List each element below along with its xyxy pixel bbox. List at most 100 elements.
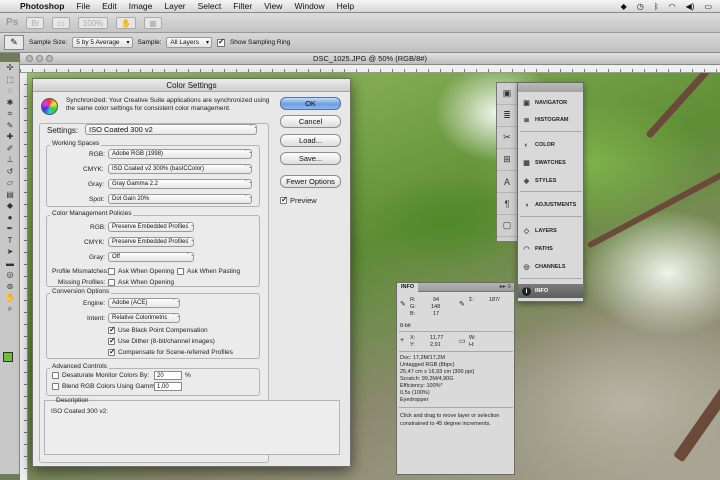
zoom-tool-icon[interactable]: ⌕ — [0, 304, 20, 316]
healing-tool-icon[interactable]: ✚ — [0, 131, 20, 143]
menu-select[interactable]: Select — [198, 1, 222, 11]
pen-tool-icon[interactable]: ✒ — [0, 223, 20, 235]
shape-tool-icon[interactable]: ▬ — [0, 258, 20, 270]
hand-tool-icon[interactable]: ✋ — [116, 16, 137, 29]
character-icon[interactable]: A — [497, 171, 517, 193]
zoom-level[interactable]: 100% — [77, 16, 109, 29]
info-tab[interactable]: INFO — [397, 283, 419, 292]
gradient-tool-icon[interactable]: ▤ — [0, 189, 20, 201]
brush-tool-icon[interactable]: ✐ — [0, 143, 20, 155]
cancel-button[interactable]: Cancel — [280, 115, 341, 128]
panel-info[interactable]: i INFO — [518, 284, 584, 298]
clone-source-icon[interactable]: ⊞ — [497, 149, 517, 171]
panel-color[interactable]: ◐ COLOR — [518, 138, 584, 152]
battery-icon[interactable]: ▭ — [704, 2, 712, 11]
save-button[interactable]: Save... — [280, 152, 341, 165]
3d-orbit-tool-icon[interactable]: ⊛ — [0, 281, 20, 293]
mismatch-ask-pasting-checkbox[interactable] — [177, 268, 184, 275]
blur-tool-icon[interactable]: ◆ — [0, 200, 20, 212]
paragraph-icon[interactable]: ¶ — [497, 193, 517, 215]
type-tool-icon[interactable]: T — [0, 235, 20, 247]
arrange-icon[interactable]: ▦ — [144, 16, 162, 29]
minibridge-icon[interactable]: ▭ — [52, 16, 70, 29]
document-title-bar[interactable]: DSC_1025.JPG @ 50% (RGB/8#) — [20, 53, 720, 65]
panel-paths[interactable]: ◠ PATHS — [518, 242, 584, 256]
policy-cmyk-select[interactable]: Preserve Embedded Profiles — [108, 237, 194, 247]
dropbox-icon[interactable]: ◆ — [621, 2, 627, 11]
timemachine-icon[interactable]: ◷ — [637, 2, 644, 11]
quick-select-tool-icon[interactable]: ✱ — [0, 97, 20, 109]
menu-file[interactable]: File — [76, 1, 90, 11]
dither-checkbox[interactable] — [108, 336, 116, 345]
histogram-icon[interactable]: ≣ — [497, 105, 517, 127]
foreground-color-swatch[interactable] — [3, 352, 13, 362]
dialog-title[interactable]: Color Settings — [33, 79, 350, 92]
ok-button[interactable]: OK — [280, 97, 341, 110]
panel-histogram[interactable]: ≣ HISTOGRAM — [518, 113, 584, 127]
show-ring-checkbox[interactable] — [216, 37, 225, 47]
panel-dock-header[interactable] — [518, 83, 583, 92]
horizontal-ruler[interactable] — [20, 65, 720, 73]
info-panel-header[interactable]: INFO ▸▸ ≡ — [397, 283, 514, 292]
settings-select[interactable]: ISO Coated 300 v2 — [85, 124, 257, 135]
move-tool-icon[interactable]: ✣ — [0, 62, 20, 74]
close-window-icon[interactable] — [26, 55, 33, 62]
panel-layers[interactable]: ◇ LAYERS — [518, 224, 584, 238]
ws-rgb-select[interactable]: Adobe RGB (1998) — [108, 149, 252, 159]
sample-size-select[interactable]: 5 by 5 Average — [72, 37, 133, 48]
panel-styles[interactable]: ◈ STYLES — [518, 174, 584, 188]
ws-gray-select[interactable]: Gray Gamma 2.2 — [108, 179, 252, 189]
3d-rotate-tool-icon[interactable]: ◎ — [0, 269, 20, 281]
panel-channels[interactable]: ◎ CHANNELS — [518, 260, 584, 274]
blend-gamma-input[interactable]: 1,00 — [154, 382, 182, 391]
dodge-tool-icon[interactable]: ● — [0, 212, 20, 224]
wifi-icon[interactable]: ◠ — [669, 2, 676, 11]
history-brush-tool-icon[interactable]: ↺ — [0, 166, 20, 178]
path-select-tool-icon[interactable]: ➤ — [0, 246, 20, 258]
policy-gray-select[interactable]: Off — [108, 252, 194, 262]
menu-window[interactable]: Window — [294, 1, 324, 11]
eyedropper-preset-icon[interactable]: ✎ — [4, 35, 24, 50]
desaturate-checkbox[interactable] — [52, 372, 59, 379]
engine-select[interactable]: Adobe (ACE) — [108, 298, 180, 308]
fewer-options-button[interactable]: Fewer Options — [280, 175, 341, 188]
menu-view[interactable]: View — [264, 1, 282, 11]
stamp-tool-icon[interactable]: ⊥ — [0, 154, 20, 166]
panel-menu-icon[interactable]: ▸▸ ≡ — [500, 283, 511, 292]
eraser-tool-icon[interactable]: ▱ — [0, 177, 20, 189]
bluetooth-icon[interactable]: ᛒ — [654, 2, 659, 11]
vertical-ruler[interactable] — [20, 73, 28, 480]
lasso-tool-icon[interactable]: ◌ — [0, 85, 20, 97]
menu-filter[interactable]: Filter — [233, 1, 252, 11]
eyedropper-tool-icon[interactable]: ✎ — [0, 120, 20, 132]
preview-checkbox[interactable] — [280, 195, 288, 204]
desaturate-input[interactable]: 20 — [154, 371, 182, 380]
load-button[interactable]: Load... — [280, 134, 341, 147]
notes-icon[interactable]: ▢ — [497, 215, 517, 237]
panel-adjustments[interactable]: ◑ ADJUSTMENTS — [518, 198, 584, 212]
intent-select[interactable]: Relative Colorimetric — [108, 313, 180, 323]
crop-tool-icon[interactable]: ⌗ — [0, 108, 20, 120]
mismatch-ask-opening-checkbox[interactable] — [108, 268, 115, 275]
volume-icon[interactable]: ◀) — [686, 2, 695, 11]
navigator-icon[interactable]: ▣ — [497, 83, 517, 105]
menu-help[interactable]: Help — [337, 1, 354, 11]
policy-rgb-select[interactable]: Preserve Embedded Profiles — [108, 222, 194, 232]
ws-spot-select[interactable]: Dot Gain 20% — [108, 194, 252, 204]
bridge-icon[interactable]: Br — [26, 16, 45, 29]
menu-layer[interactable]: Layer — [164, 1, 185, 11]
panel-navigator[interactable]: ▣ NAVIGATOR — [518, 96, 584, 110]
zoom-window-icon[interactable] — [46, 55, 53, 62]
marquee-tool-icon[interactable]: ⬚ — [0, 74, 20, 86]
compensate-checkbox[interactable] — [108, 347, 116, 356]
app-menu[interactable]: Photoshop — [20, 1, 64, 11]
blend-gamma-checkbox[interactable] — [52, 383, 59, 390]
minimize-window-icon[interactable] — [36, 55, 43, 62]
missing-ask-opening-checkbox[interactable] — [108, 279, 115, 286]
bpc-checkbox[interactable] — [108, 325, 116, 334]
menu-edit[interactable]: Edit — [102, 1, 117, 11]
menu-image[interactable]: Image — [129, 1, 153, 11]
hand-tool-icon[interactable]: ✋ — [0, 292, 20, 304]
panel-swatches[interactable]: ▦ SWATCHES — [518, 156, 584, 170]
sample-select[interactable]: All Layers — [166, 37, 212, 48]
